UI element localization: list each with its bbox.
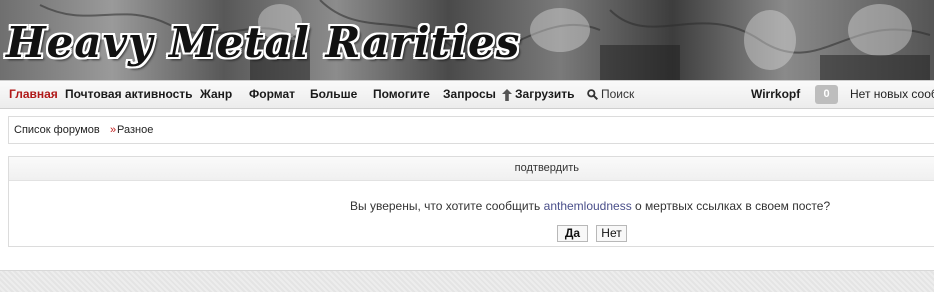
- main-navbar: Главная Почтовая активность Жанр Формат …: [0, 80, 934, 109]
- breadcrumb: Список форумов » Разное: [8, 116, 934, 144]
- breadcrumb-forum-index[interactable]: Список форумов: [14, 117, 100, 143]
- confirm-title: подтвердить: [514, 162, 579, 174]
- confirm-panel: подтвердить Вы уверены, что хотите сообщ…: [8, 156, 934, 247]
- nav-help[interactable]: Помогите: [373, 81, 430, 108]
- user-menu[interactable]: Wirrkopf: [751, 81, 800, 108]
- question-text-before: Вы уверены, что хотите сообщить: [350, 199, 541, 213]
- nav-search-label: Поиск: [601, 87, 635, 101]
- reported-username[interactable]: anthemloudness: [544, 199, 632, 213]
- nav-search[interactable]: Поиск: [587, 81, 634, 108]
- confirm-question: Вы уверены, что хотите сообщить anthemlo…: [350, 199, 830, 213]
- site-banner: Heavy Metal Rarities: [0, 0, 934, 80]
- notification-text[interactable]: Нет новых сообщений: [850, 81, 934, 108]
- notification-count-badge[interactable]: 0: [815, 85, 838, 104]
- nav-home[interactable]: Главная: [9, 81, 58, 108]
- yes-button[interactable]: Да: [557, 225, 588, 242]
- upload-arrow-icon: [502, 88, 512, 101]
- nav-post-activity[interactable]: Почтовая активность: [65, 81, 193, 108]
- footer-strip: [0, 270, 934, 292]
- confirm-panel-header: подтвердить: [9, 157, 934, 181]
- nav-upload[interactable]: Загрузить: [502, 81, 574, 108]
- no-button[interactable]: Нет: [596, 225, 627, 242]
- nav-more[interactable]: Больше: [310, 81, 357, 108]
- nav-upload-label: Загрузить: [515, 87, 575, 101]
- nav-requests[interactable]: Запросы: [443, 81, 496, 108]
- question-text-after: о мертвых ссылках в своем посте?: [635, 199, 831, 213]
- search-icon: [587, 89, 598, 101]
- nav-genre[interactable]: Жанр: [200, 81, 232, 108]
- nav-format[interactable]: Формат: [249, 81, 295, 108]
- site-logo[interactable]: Heavy Metal Rarities: [6, 18, 520, 67]
- breadcrumb-current[interactable]: Разное: [117, 117, 153, 143]
- breadcrumb-separator: »: [110, 124, 117, 136]
